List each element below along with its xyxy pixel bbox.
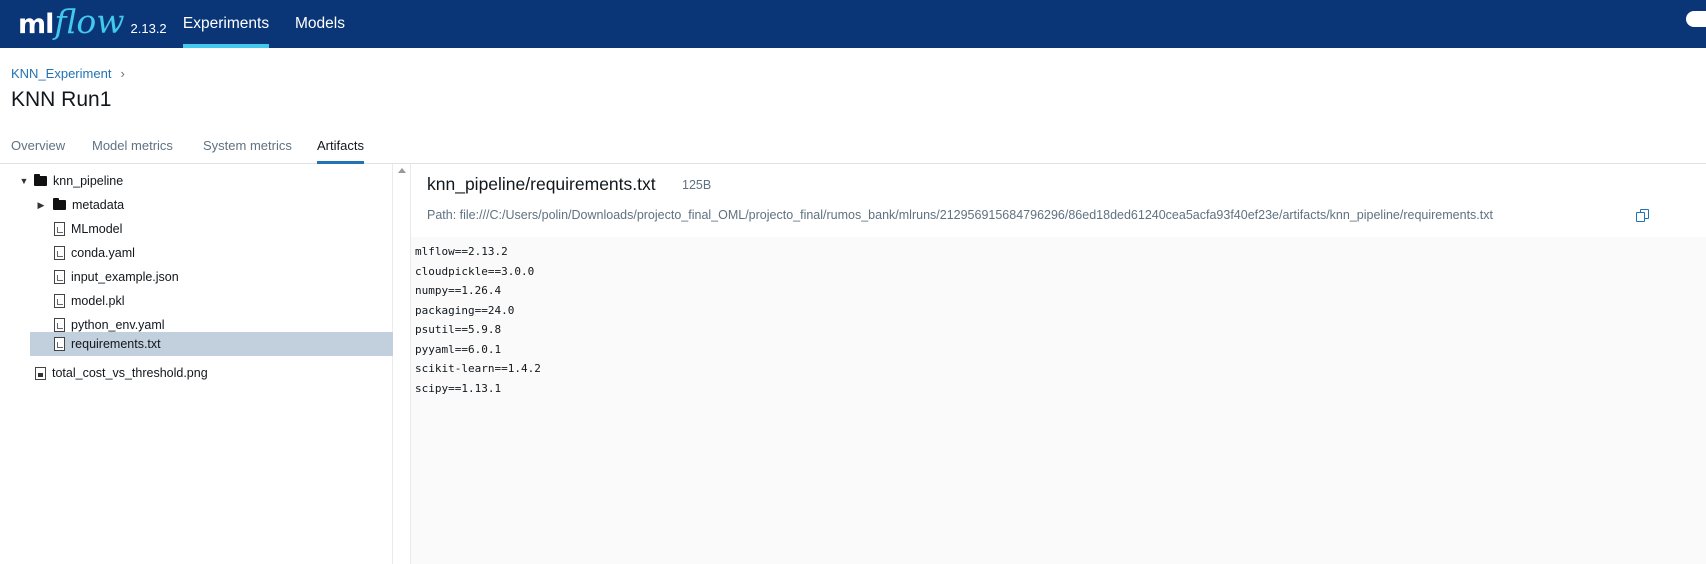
caret-right-icon[interactable]: ▶ <box>34 200 48 211</box>
code-line: cloudpickle==3.0.0 <box>415 264 535 278</box>
nav-experiments[interactable]: Experiments <box>183 0 269 48</box>
tab-system-metrics[interactable]: System metrics <box>203 138 292 164</box>
code-line: psutil==5.9.8 <box>415 323 502 336</box>
tree-item-label: total_cost_vs_threshold.png <box>52 366 208 380</box>
file-icon <box>54 294 65 308</box>
scroll-up-arrow-icon[interactable] <box>398 168 406 173</box>
tree-file-requirements[interactable]: requirements.txt <box>30 332 393 356</box>
code-line: scipy==1.13.1 <box>415 381 502 395</box>
tree-file-input-example[interactable]: input_example.json <box>54 265 393 289</box>
run-tabs: Overview Model metrics System metrics Ar… <box>0 130 1706 164</box>
mlflow-logo[interactable]: ml flow 2.13.2 <box>18 0 167 48</box>
file-icon <box>54 222 65 236</box>
nav-models[interactable]: Models <box>293 0 347 48</box>
file-content: mlflow==2.13.2 cloudpickle==3.0.0 numpy=… <box>411 237 1706 564</box>
code-line: scikit-learn==1.4.2 <box>415 362 541 375</box>
tree-file-conda-yaml[interactable]: conda.yaml <box>54 241 393 265</box>
folder-icon <box>34 174 47 186</box>
top-nav-bar: ml flow 2.13.2 Experiments Models <box>0 0 1706 48</box>
copy-icon[interactable] <box>1636 209 1650 223</box>
tab-artifacts[interactable]: Artifacts <box>317 138 364 164</box>
tree-item-label: knn_pipeline <box>53 174 124 188</box>
tree-item-label: requirements.txt <box>71 337 161 351</box>
tree-file-model-pkl[interactable]: model.pkl <box>54 289 393 313</box>
logo-flow-text: flow <box>54 1 125 41</box>
file-icon <box>54 246 65 260</box>
tree-file-mlmodel[interactable]: MLmodel <box>54 217 393 241</box>
tree-folder-knn-pipeline[interactable]: ▼ knn_pipeline <box>17 169 393 193</box>
tree-item-label: MLmodel <box>71 222 123 236</box>
tree-item-label: metadata <box>72 198 125 212</box>
artifact-size: 125B <box>682 178 712 192</box>
code-line: pyyaml==6.0.1 <box>415 342 502 356</box>
caret-down-icon[interactable]: ▼ <box>17 176 31 186</box>
tab-model-metrics[interactable]: Model metrics <box>92 138 173 164</box>
code-line: mlflow==2.13.2 <box>415 245 508 258</box>
file-icon <box>54 318 65 332</box>
folder-icon <box>53 198 66 210</box>
tree-item-label: input_example.json <box>71 270 179 284</box>
tab-overview[interactable]: Overview <box>11 138 65 164</box>
file-icon <box>54 270 65 284</box>
breadcrumb-experiment-link[interactable]: KNN_Experiment <box>11 66 111 81</box>
tree-folder-metadata[interactable]: ▶ metadata <box>34 193 393 217</box>
artifact-path: Path: file:///C:/Users/polin/Downloads/p… <box>427 208 1493 222</box>
artifact-tree: ▼ knn_pipeline ▶ metadata MLmodel conda.… <box>0 164 393 564</box>
artifact-title: knn_pipeline/requirements.txt <box>427 174 656 194</box>
breadcrumb: KNN_Experiment › <box>11 66 125 81</box>
tree-item-label: model.pkl <box>71 294 125 308</box>
page-title: KNN Run1 <box>11 88 112 111</box>
image-file-icon <box>35 366 46 380</box>
tree-file-total-cost-png[interactable]: total_cost_vs_threshold.png <box>35 361 393 385</box>
tree-item-label: python_env.yaml <box>71 318 165 332</box>
breadcrumb-separator: › <box>120 66 125 81</box>
tree-item-label: conda.yaml <box>71 246 135 260</box>
code-line: packaging==24.0 <box>415 303 515 317</box>
version-label: 2.13.2 <box>130 20 167 36</box>
code-line: numpy==1.26.4 <box>415 284 502 297</box>
logo-ml-text: ml <box>18 8 54 40</box>
theme-toggle[interactable] <box>1686 11 1706 27</box>
file-icon <box>54 337 65 351</box>
